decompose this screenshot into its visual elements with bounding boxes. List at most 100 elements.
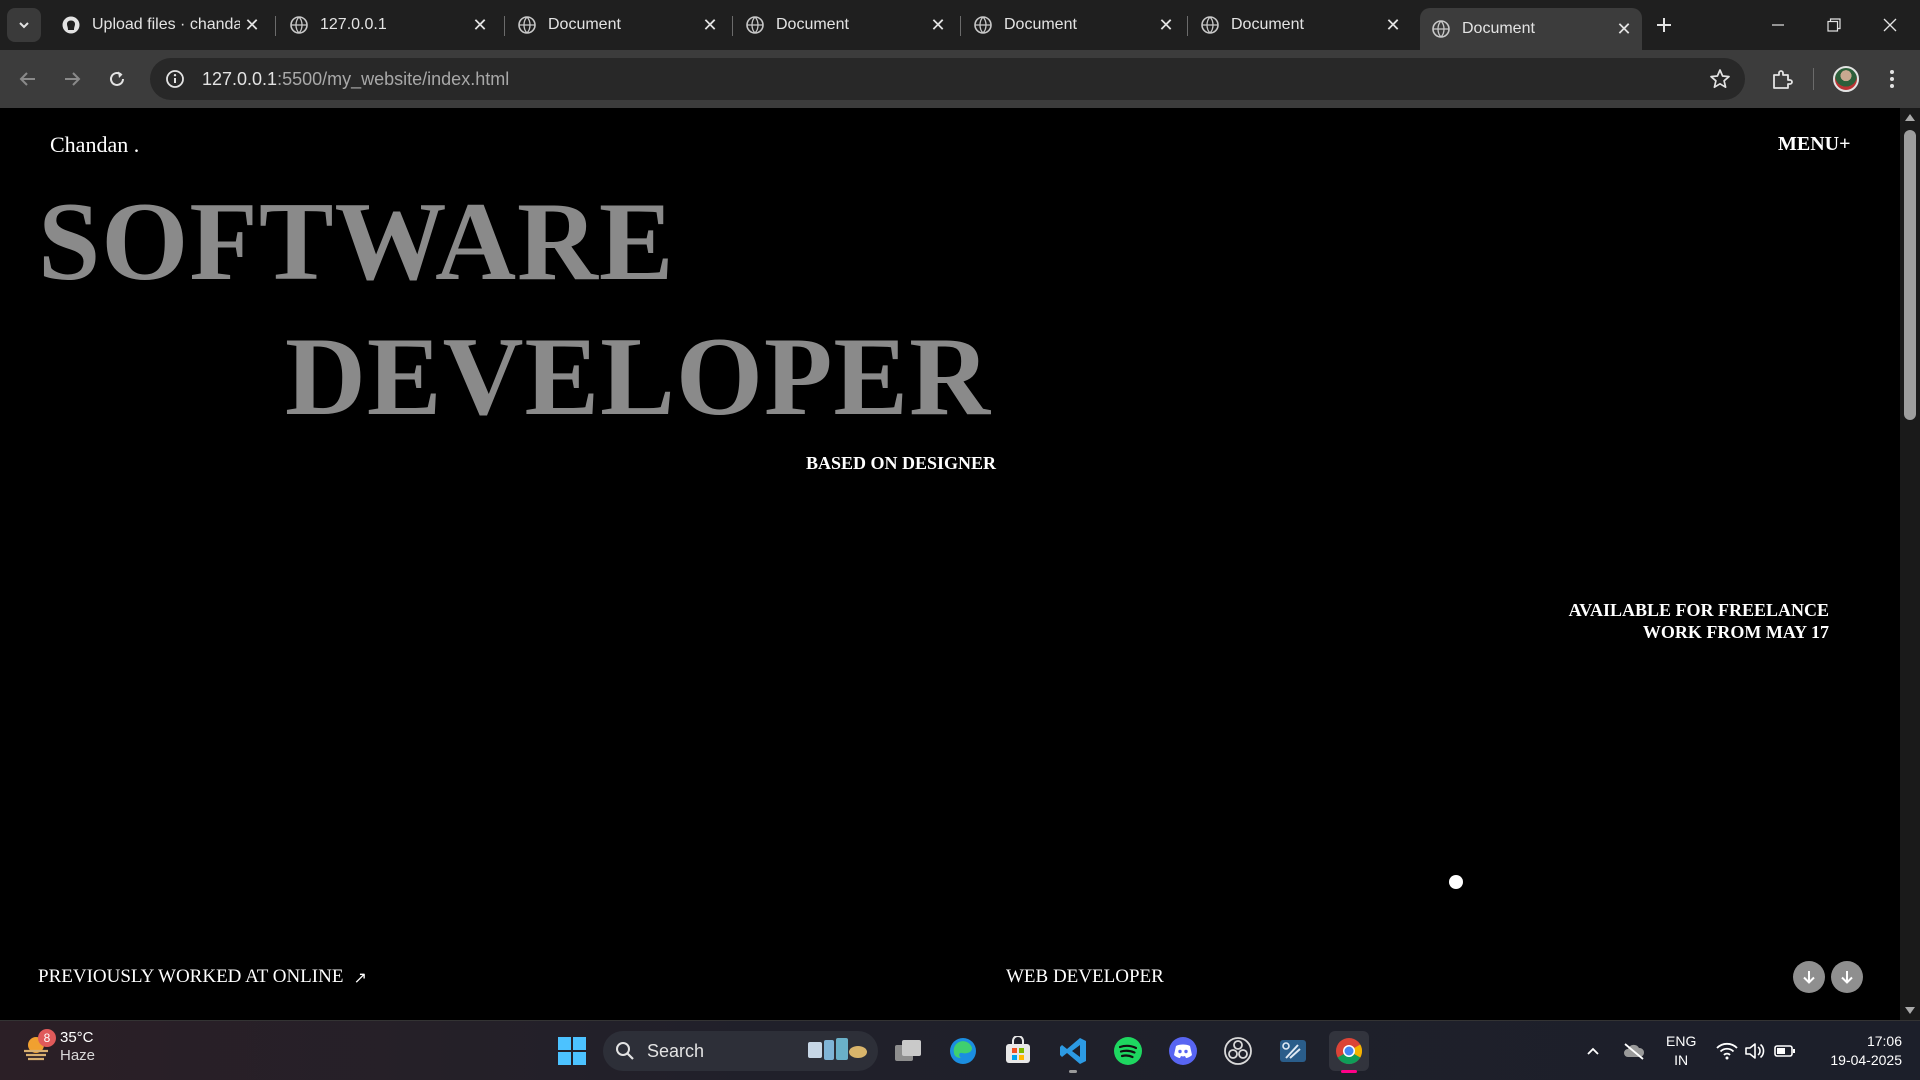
page-viewport: Chandan . MENU+ SOFTWARE DEVELOPER BASED…: [0, 108, 1900, 1020]
tab-title: Document: [548, 16, 621, 33]
browser-tab[interactable]: 127.0.0.1 ✕: [278, 8, 498, 42]
url-path: :5500/my_website/index.html: [277, 68, 510, 89]
onedrive-button[interactable]: [1618, 1031, 1650, 1071]
close-tab-icon[interactable]: ✕: [926, 13, 950, 37]
battery-status[interactable]: [1772, 1031, 1798, 1071]
restore-button[interactable]: [1814, 10, 1854, 40]
tab-title: Document: [1462, 20, 1535, 37]
bookmark-star-icon[interactable]: [1707, 66, 1733, 92]
scrollbar-thumb[interactable]: [1904, 130, 1916, 420]
new-tab-button[interactable]: [1650, 11, 1678, 39]
close-tab-icon[interactable]: ✕: [1381, 13, 1405, 37]
arrow-right-icon: [65, 72, 81, 86]
weather-temperature: 35°C: [60, 1029, 94, 1046]
task-view-icon: [895, 1040, 921, 1061]
spotify-icon: [1114, 1037, 1142, 1065]
arrow-up-right-icon: ↗: [353, 967, 367, 987]
browser-menu-button[interactable]: [1876, 63, 1908, 95]
close-tab-icon[interactable]: ✕: [1154, 13, 1178, 37]
speaker-icon: [1745, 1043, 1765, 1059]
language-code: ENG: [1666, 1033, 1697, 1049]
address-bar[interactable]: 127.0.0.1:5500/my_website/index.html: [150, 58, 1745, 100]
system-clock[interactable]: 17:06 19-04-2025: [1818, 1032, 1902, 1070]
site-info-icon[interactable]: [154, 58, 196, 100]
custom-cursor-dot: [1449, 875, 1463, 889]
chevron-up-icon: [1587, 1047, 1599, 1055]
weather-widget[interactable]: 8 35°C Haze: [20, 1029, 95, 1065]
browser-tab[interactable]: Document ✕: [734, 8, 956, 42]
show-hidden-icons-button[interactable]: [1578, 1031, 1608, 1071]
browser-tab[interactable]: Upload files · chanda ✕: [50, 8, 270, 42]
close-tab-icon[interactable]: ✕: [468, 13, 492, 37]
menu-button[interactable]: MENU+: [1778, 133, 1851, 156]
brand-logo[interactable]: Chandan .: [50, 132, 139, 158]
close-tab-icon[interactable]: ✕: [240, 13, 264, 37]
scroll-down-button[interactable]: [1793, 961, 1825, 993]
task-view-button[interactable]: [888, 1031, 928, 1071]
scroll-up-arrow-icon[interactable]: [1905, 114, 1915, 121]
discord-app[interactable]: [1163, 1031, 1203, 1071]
previously-worked-link[interactable]: PREVIOUSLY WORKED AT ONLINE ↗: [38, 966, 367, 988]
close-window-button[interactable]: [1870, 10, 1910, 40]
avatar: [1833, 66, 1859, 92]
close-tab-icon[interactable]: ✕: [1612, 17, 1636, 41]
tab-divider: [960, 16, 961, 36]
forward-button[interactable]: [56, 63, 88, 95]
arrow-down-icon: [1803, 971, 1815, 984]
spotify-app[interactable]: [1108, 1031, 1148, 1071]
tab-title: Upload files · chanda: [92, 16, 240, 33]
browser-tab[interactable]: Document ✕: [962, 8, 1184, 42]
arrow-down-icon: [1841, 971, 1853, 984]
browser-tab[interactable]: Document ✕: [506, 8, 728, 42]
arrow-left-icon: [19, 72, 35, 86]
scroll-down-arrow-icon[interactable]: [1905, 1007, 1915, 1014]
active-app-indicator: [1341, 1070, 1357, 1073]
browser-tab[interactable]: Document ✕: [1189, 8, 1411, 42]
reload-icon: [110, 71, 124, 86]
chrome-icon: [1336, 1038, 1363, 1065]
search-label: Search: [647, 1040, 705, 1061]
microsoft-store-app[interactable]: [998, 1031, 1038, 1071]
scroll-down-button[interactable]: [1831, 961, 1863, 993]
edge-app[interactable]: [943, 1031, 983, 1071]
edge-icon: [950, 1038, 976, 1064]
page-scrollbar[interactable]: [1900, 108, 1920, 1020]
close-tab-icon[interactable]: ✕: [698, 13, 722, 37]
browser-toolbar: 127.0.0.1:5500/my_website/index.html: [0, 50, 1920, 108]
volume-status[interactable]: [1742, 1031, 1768, 1071]
previously-worked-label: PREVIOUSLY WORKED AT ONLINE: [38, 966, 344, 987]
battery-icon: [1774, 1045, 1795, 1057]
obs-app[interactable]: [1218, 1031, 1258, 1071]
url-host: 127.0.0.1: [202, 68, 278, 89]
minimize-button[interactable]: [1758, 10, 1798, 40]
notification-badge: 8: [38, 1029, 56, 1047]
hero-title-line2: DEVELOPER: [285, 315, 991, 439]
toolbar-divider: [1813, 68, 1814, 90]
vscode-app[interactable]: [1053, 1031, 1093, 1073]
browser-tab-active[interactable]: Document ✕: [1420, 8, 1642, 50]
puzzle-icon: [1773, 70, 1793, 89]
reload-button[interactable]: [101, 63, 133, 95]
snipping-tool-icon: [1280, 1040, 1306, 1062]
extensions-button[interactable]: [1766, 63, 1798, 95]
globe-icon: [746, 16, 764, 34]
input-language-indicator[interactable]: ENG IN: [1666, 1032, 1696, 1070]
wifi-status[interactable]: [1714, 1031, 1740, 1071]
profile-button[interactable]: [1830, 63, 1862, 95]
globe-icon: [974, 16, 992, 34]
cloud-offline-icon: [1624, 1043, 1645, 1060]
taskbar-search[interactable]: Search: [603, 1031, 878, 1071]
hero-title-line1: SOFTWARE: [38, 180, 675, 304]
clock-date: 19-04-2025: [1830, 1052, 1902, 1068]
tab-divider: [732, 16, 733, 36]
start-button[interactable]: [552, 1031, 592, 1071]
clock-time: 17:06: [1866, 1033, 1902, 1049]
back-button[interactable]: [12, 63, 44, 95]
snipping-app[interactable]: [1273, 1031, 1313, 1071]
tab-search-button[interactable]: [7, 8, 41, 42]
freelance-note: AVAILABLE FOR FREELANCE WORK FROM MAY 17: [1569, 599, 1829, 643]
chrome-app[interactable]: [1329, 1031, 1369, 1073]
chevron-down-icon: [19, 22, 29, 29]
search-icon: [616, 1042, 634, 1060]
vscode-icon: [1060, 1038, 1086, 1064]
